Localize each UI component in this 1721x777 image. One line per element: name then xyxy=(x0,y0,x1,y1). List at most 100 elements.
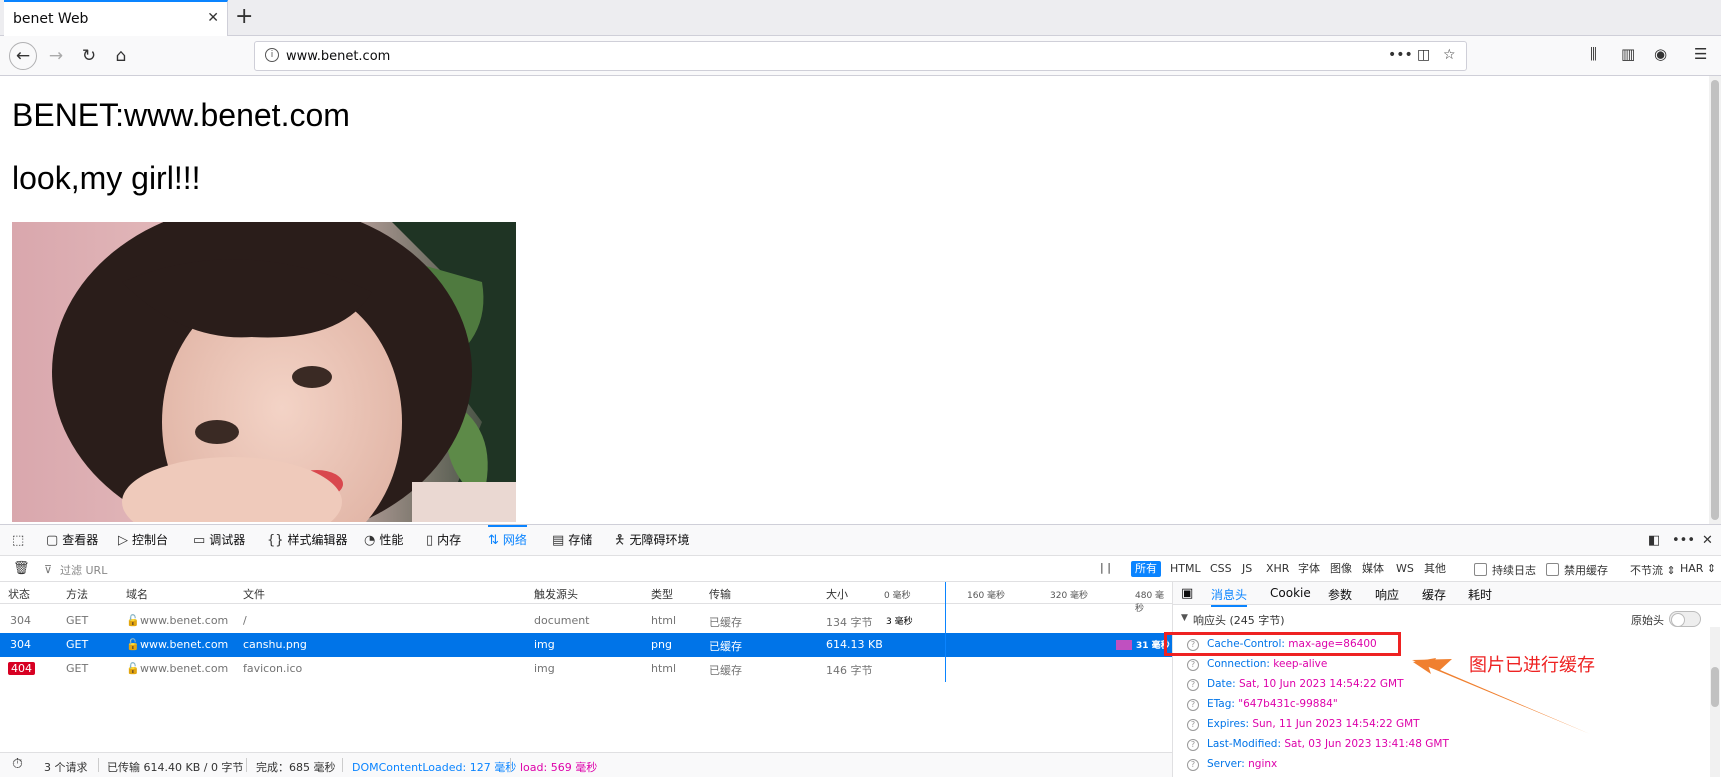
column-transferred[interactable]: 传输 xyxy=(709,586,731,602)
stopwatch-icon[interactable]: ⏱ xyxy=(12,756,23,772)
waterfall-tick-label: 160 毫秒 xyxy=(967,591,1006,601)
account-icon[interactable]: ◉ xyxy=(1654,45,1667,63)
reload-icon[interactable]: ↻ xyxy=(75,42,103,70)
response-headers-title[interactable]: 响应头 (245 字节) xyxy=(1193,612,1285,628)
tab-cookie[interactable]: Cookie xyxy=(1270,586,1311,600)
column-size[interactable]: 大小 xyxy=(826,586,848,602)
filter-other[interactable]: 其他 xyxy=(1420,561,1450,577)
column-cause[interactable]: 触发源头 xyxy=(534,586,578,602)
page-scrollbar[interactable] xyxy=(1709,76,1721,524)
sidebar-icon[interactable]: ▥ xyxy=(1621,45,1635,63)
pause-icon[interactable]: | | xyxy=(1100,561,1111,574)
header-expires[interactable]: ? Expires: Sun, 11 Jun 2023 14:54:22 GMT xyxy=(1187,718,1420,731)
tab-bar: benet Web ✕ + xyxy=(0,0,1721,36)
help-icon[interactable]: ? xyxy=(1187,679,1199,691)
more-icon[interactable]: ••• xyxy=(1388,47,1413,63)
row-file: / xyxy=(243,614,247,627)
close-devtools-icon[interactable]: ✕ xyxy=(1702,525,1717,555)
raw-headers-toggle[interactable] xyxy=(1669,611,1701,627)
devtools-tabbar: ⬚ ▢ 查看器 ▷ 控制台 ▭ 调试器 {} 样式编辑器 ◔ 性能 ▯ 内存 ⇅ 网络 ▤ 存储… xyxy=(0,525,1721,556)
tab-style-editor[interactable]: {} 样式编辑器 xyxy=(267,525,348,555)
help-icon[interactable]: ? xyxy=(1187,759,1199,771)
library-icon[interactable]: ⫼ xyxy=(1590,45,1597,63)
column-method[interactable]: 方法 xyxy=(66,586,88,602)
toggle-panel-icon[interactable]: ▣ xyxy=(1181,586,1193,601)
request-table-header: 状态 方法 域名 文件 触发源头 类型 传输 大小 0 毫秒 160 毫秒 32… xyxy=(0,582,1172,614)
row-status: 304 xyxy=(10,638,31,651)
tab-headers[interactable]: 消息头 xyxy=(1211,586,1248,607)
browser-tab[interactable]: benet Web ✕ xyxy=(4,0,228,36)
column-file[interactable]: 文件 xyxy=(243,586,265,602)
tab-memory[interactable]: ▯ 内存 xyxy=(426,525,461,555)
filter-images[interactable]: 图像 xyxy=(1326,561,1356,577)
more-options-icon[interactable]: ••• xyxy=(1672,525,1699,555)
filter-media[interactable]: 媒体 xyxy=(1358,561,1388,577)
tab-response[interactable]: 响应 xyxy=(1375,586,1399,603)
pick-element-icon[interactable]: ⬚ xyxy=(12,525,28,555)
table-row[interactable]: 404 GET 🔓 www.benet.com favicon.ico img … xyxy=(0,657,1172,681)
collapse-arrow-icon[interactable]: ▼ xyxy=(1181,613,1188,623)
filter-fonts[interactable]: 字体 xyxy=(1294,561,1324,577)
tab-console[interactable]: ▷ 控制台 xyxy=(118,525,168,555)
help-icon[interactable]: ? xyxy=(1187,739,1199,751)
debugger-icon: ▭ xyxy=(193,533,206,548)
details-tabbar: ▣ 消息头 Cookie 参数 响应 缓存 耗时 xyxy=(1173,582,1721,607)
tab-inspector[interactable]: ▢ 查看器 xyxy=(46,525,98,555)
column-status[interactable]: 状态 xyxy=(8,586,30,602)
column-type[interactable]: 类型 xyxy=(651,586,673,602)
filter-xhr[interactable]: XHR xyxy=(1262,561,1293,577)
tab-network[interactable]: ⇅ 网络 xyxy=(488,525,527,555)
help-icon[interactable]: ? xyxy=(1187,659,1199,671)
tab-accessibility[interactable]: 🯅 无障碍环境 xyxy=(614,525,689,555)
disable-cache-checkbox[interactable] xyxy=(1546,563,1559,576)
close-tab-icon[interactable]: ✕ xyxy=(207,10,219,26)
table-row[interactable]: 304 GET 🔓 www.benet.com / document html … xyxy=(0,609,1172,633)
home-icon[interactable]: ⌂ xyxy=(107,42,135,70)
dock-icon[interactable]: ◧ xyxy=(1648,525,1664,555)
filter-js[interactable]: JS xyxy=(1238,561,1256,577)
star-icon[interactable]: ☆ xyxy=(1443,47,1456,63)
table-row-selected[interactable]: 304 GET 🔓 www.benet.com canshu.png img p… xyxy=(0,633,1172,657)
tab-cache[interactable]: 缓存 xyxy=(1422,586,1446,603)
url-bar[interactable]: i www.benet.com ••• ◫ ☆ xyxy=(254,41,1467,71)
persist-log-checkbox[interactable] xyxy=(1474,563,1487,576)
tab-debugger[interactable]: ▭ 调试器 xyxy=(193,525,245,555)
header-etag[interactable]: ? ETag: "647b431c-99884" xyxy=(1187,698,1338,711)
menu-icon[interactable]: ☰ xyxy=(1694,45,1707,63)
tab-timings[interactable]: 耗时 xyxy=(1468,586,1492,603)
row-timing: 3 毫秒 xyxy=(886,617,913,627)
tab-title: benet Web xyxy=(13,11,89,27)
details-scrollbar[interactable] xyxy=(1710,627,1720,777)
header-date[interactable]: ? Date: Sat, 10 Jun 2023 14:54:22 GMT xyxy=(1187,678,1403,691)
tab-storage[interactable]: ▤ 存储 xyxy=(552,525,592,555)
tab-params[interactable]: 参数 xyxy=(1328,586,1352,603)
memory-icon: ▯ xyxy=(426,533,434,548)
filter-all[interactable]: 所有 xyxy=(1131,561,1161,577)
pocket-icon[interactable]: ◫ xyxy=(1417,47,1430,63)
row-status: 404 xyxy=(8,662,35,675)
new-tab-icon[interactable]: + xyxy=(235,4,253,30)
back-icon[interactable]: ← xyxy=(9,42,37,70)
row-method: GET xyxy=(66,638,89,651)
filter-ws[interactable]: WS xyxy=(1392,561,1418,577)
filter-url-input[interactable]: 过滤 URL xyxy=(60,562,107,578)
accessibility-icon: 🯅 xyxy=(614,533,626,548)
trash-icon[interactable]: 🗑 xyxy=(13,561,30,576)
network-status-bar: ⏱ 3 个请求 已传输 614.40 KB / 0 字节 完成：685 毫秒 D… xyxy=(0,752,1172,777)
tab-performance[interactable]: ◔ 性能 xyxy=(364,525,403,555)
help-icon[interactable]: ? xyxy=(1187,719,1199,731)
har-menu[interactable]: HAR ⇕ xyxy=(1680,562,1716,575)
header-last-modified[interactable]: ? Last-Modified: Sat, 03 Jun 2023 13:41:4… xyxy=(1187,738,1449,751)
throttle-select[interactable]: 不节流 ⇕ xyxy=(1630,562,1676,578)
finish-time: 完成：685 毫秒 xyxy=(256,761,336,774)
url-text[interactable]: www.benet.com xyxy=(286,49,390,64)
info-icon[interactable]: i xyxy=(265,48,279,62)
forward-icon[interactable]: → xyxy=(42,42,70,70)
header-connection[interactable]: ? Connection: keep-alive xyxy=(1187,658,1327,671)
filter-css[interactable]: CSS xyxy=(1206,561,1236,577)
filter-html[interactable]: HTML xyxy=(1166,561,1205,577)
header-server[interactable]: ? Server: nginx xyxy=(1187,758,1277,771)
help-icon[interactable]: ? xyxy=(1187,699,1199,711)
column-domain[interactable]: 域名 xyxy=(126,586,148,602)
row-type: html xyxy=(651,614,677,627)
